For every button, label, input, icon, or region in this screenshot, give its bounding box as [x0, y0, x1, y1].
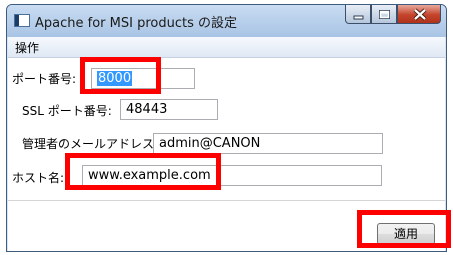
settings-window: Apache for MSI products の設定 操作 ポート番号: 80…: [6, 4, 447, 252]
host-input[interactable]: www.example.com: [82, 165, 382, 186]
minimize-icon: [353, 15, 364, 20]
form-area: ポート番号: 8000 SSL ポート番号: 48443 管理者のメールアドレス…: [8, 58, 445, 251]
minimize-button[interactable]: [345, 5, 371, 24]
close-button[interactable]: [397, 5, 441, 24]
port-label: ポート番号:: [12, 72, 77, 86]
window-title: Apache for MSI products の設定: [35, 16, 237, 31]
apply-button[interactable]: 適用: [377, 223, 435, 245]
menu-item-action[interactable]: 操作: [12, 39, 42, 56]
host-label: ホスト名:: [12, 171, 65, 185]
ssl-port-label: SSL ポート番号:: [22, 104, 112, 118]
port-value: 8000: [97, 71, 133, 86]
separator: [8, 200, 445, 201]
admin-email-input[interactable]: admin@CANON: [153, 133, 383, 154]
menu-bar: 操作: [8, 37, 445, 58]
close-icon: [413, 8, 427, 21]
port-input[interactable]: 8000: [91, 68, 195, 89]
app-window-icon: [14, 14, 30, 27]
maximize-button[interactable]: [371, 5, 397, 24]
title-bar[interactable]: Apache for MSI products の設定: [7, 5, 446, 37]
window-controls: [345, 5, 441, 25]
admin-email-label: 管理者のメールアドレス:: [22, 137, 159, 151]
maximize-icon: [379, 10, 390, 19]
ssl-port-input[interactable]: 48443: [120, 99, 218, 120]
